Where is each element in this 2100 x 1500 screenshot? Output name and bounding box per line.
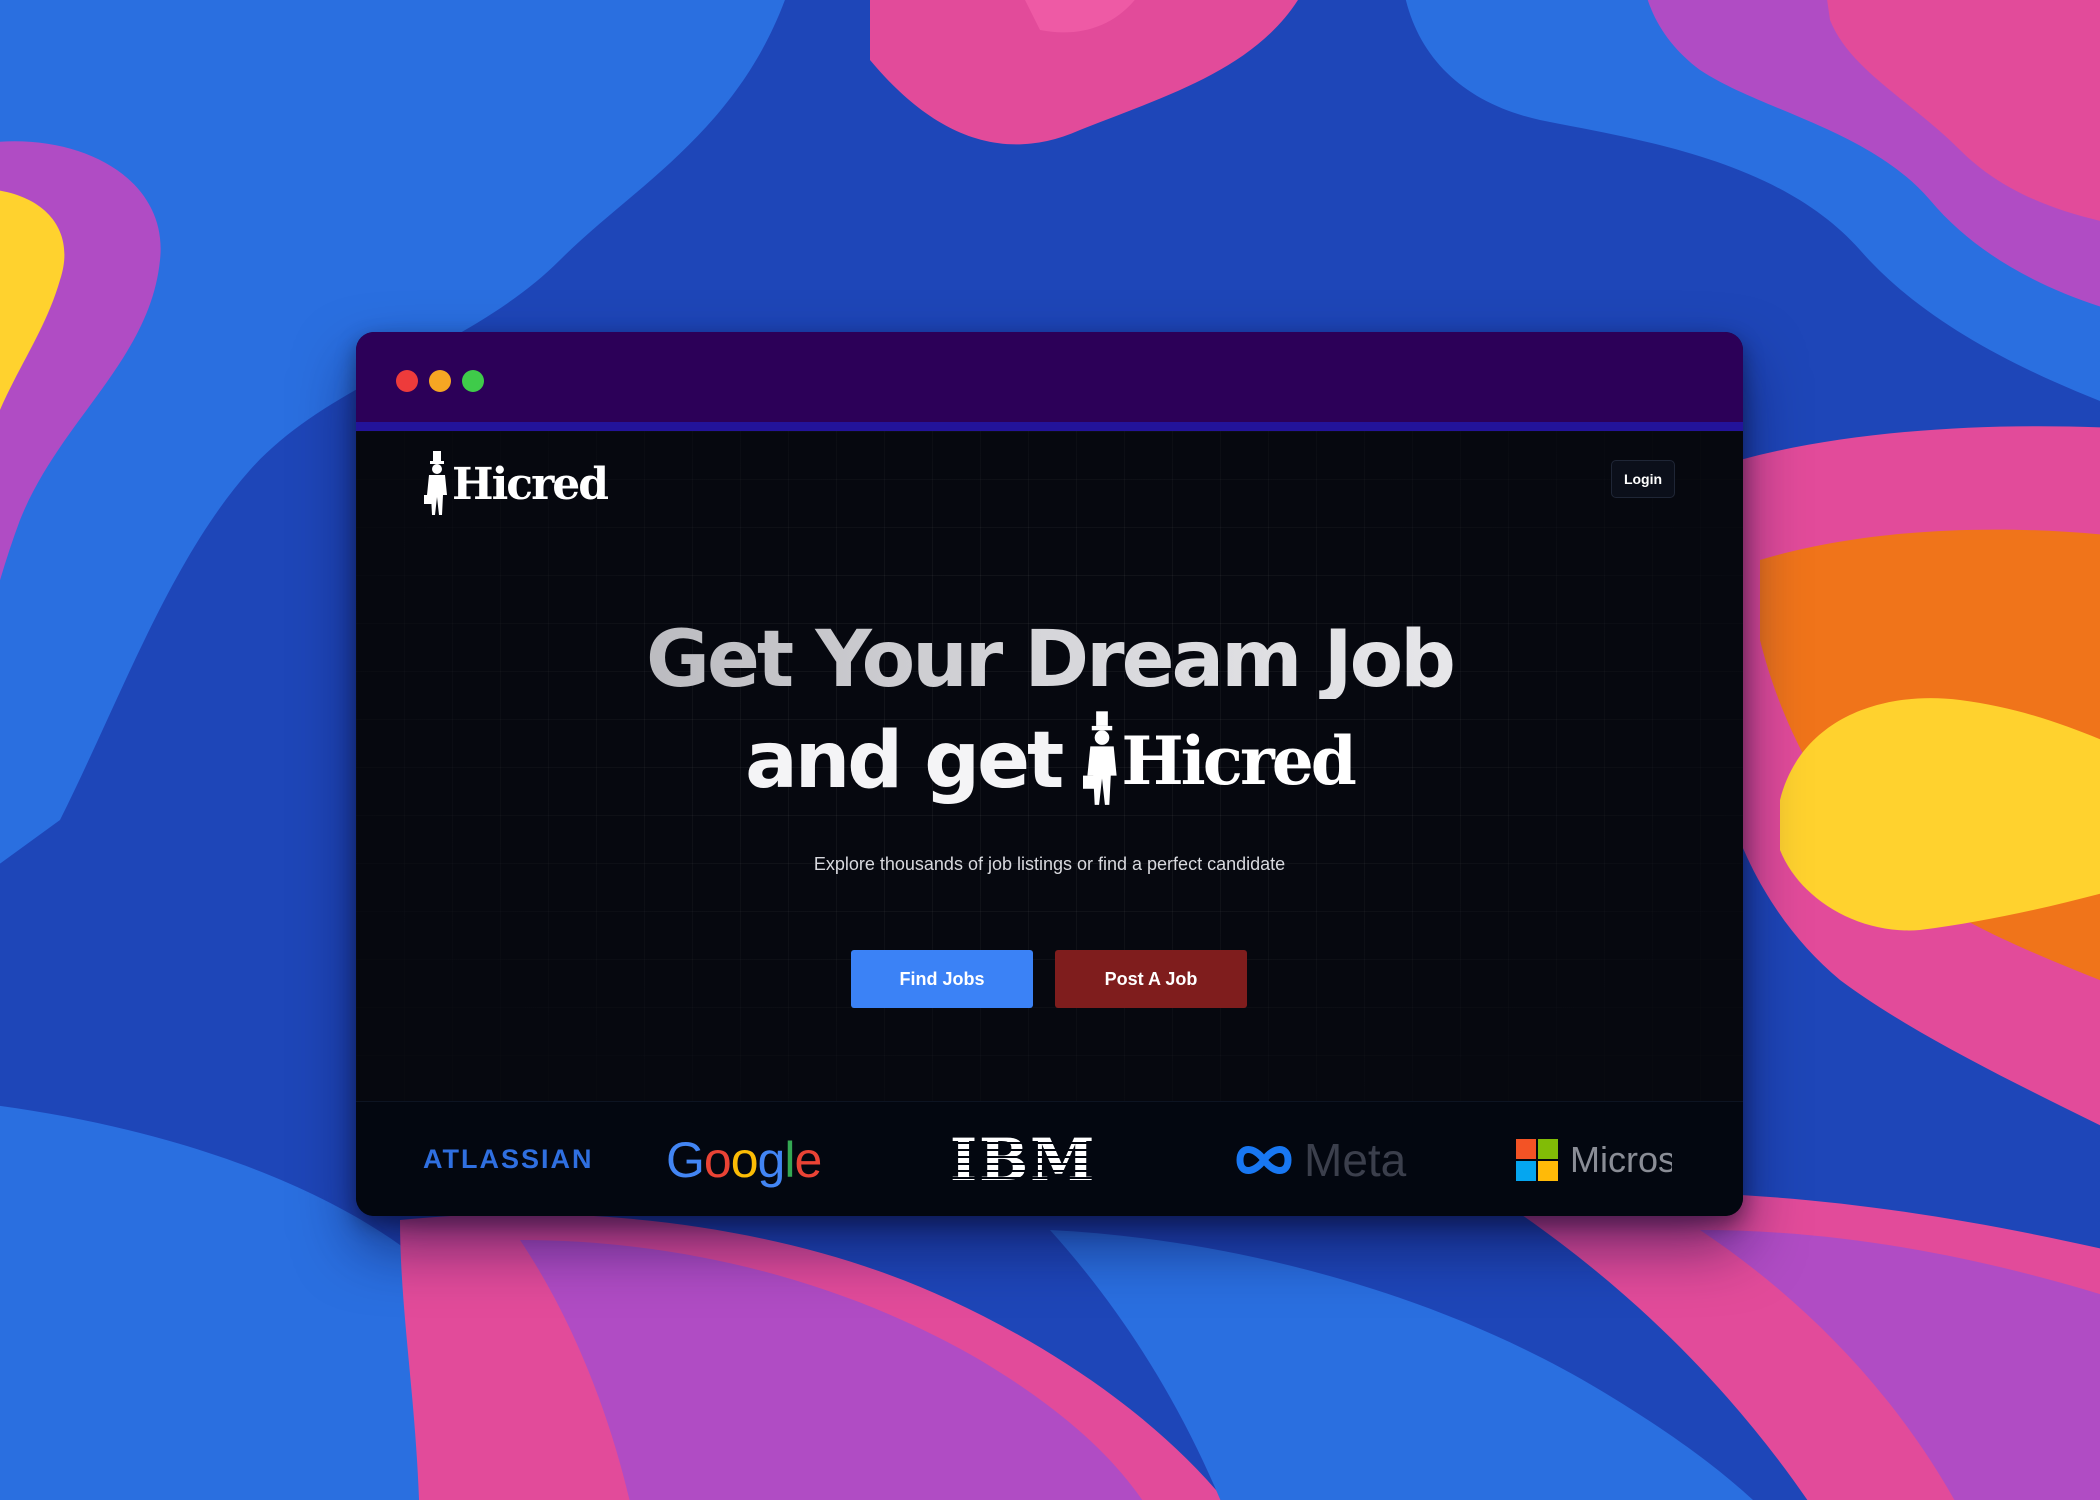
hero-headline-line2: and get Hicred <box>356 709 1743 813</box>
titlebar-divider <box>356 422 1743 431</box>
maximize-window-button[interactable] <box>462 370 484 392</box>
landing-page: Hicred Login Get Your Dream Job and get … <box>356 431 1743 1101</box>
hero-logo: Hicred <box>1083 709 1357 813</box>
logo-wordmark: Hicred <box>452 459 609 510</box>
microsoft-logo: Micros <box>1516 1102 1672 1216</box>
google-logo: Google <box>666 1131 822 1188</box>
hero-headline-line1: Get Your Dream Job <box>356 621 1743 699</box>
post-job-button[interactable]: Post A Job <box>1055 950 1247 1008</box>
ibm-logo: IBM <box>950 1125 1097 1194</box>
hero-logo-wordmark: Hicred <box>1121 722 1357 800</box>
login-button[interactable]: Login <box>1611 460 1675 498</box>
atlassian-logo: ATLASSIAN <box>423 1144 594 1174</box>
window-titlebar <box>356 332 1743 422</box>
microsoft-squares-icon <box>1516 1138 1558 1181</box>
hero-subtitle: Explore thousands of job listings or fin… <box>813 854 1286 874</box>
microsoft-wordmark: Micros <box>1570 1138 1672 1180</box>
meta-wordmark: Meta <box>1304 1133 1407 1186</box>
find-jobs-button[interactable]: Find Jobs <box>851 950 1033 1008</box>
company-logos-strip: ATLASSIAN Google IBM Meta Micros <box>356 1101 1743 1216</box>
hero-headline-text: and get <box>745 716 1064 806</box>
butler-icon <box>1083 711 1117 805</box>
site-logo[interactable]: Hicred <box>424 451 609 519</box>
minimize-window-button[interactable] <box>429 370 451 392</box>
browser-window: Hicred Login Get Your Dream Job and get … <box>356 332 1743 1216</box>
close-window-button[interactable] <box>396 370 418 392</box>
meta-logo: Meta <box>1232 1102 1406 1216</box>
butler-icon <box>424 451 447 515</box>
meta-infinity-icon <box>1236 1145 1292 1174</box>
